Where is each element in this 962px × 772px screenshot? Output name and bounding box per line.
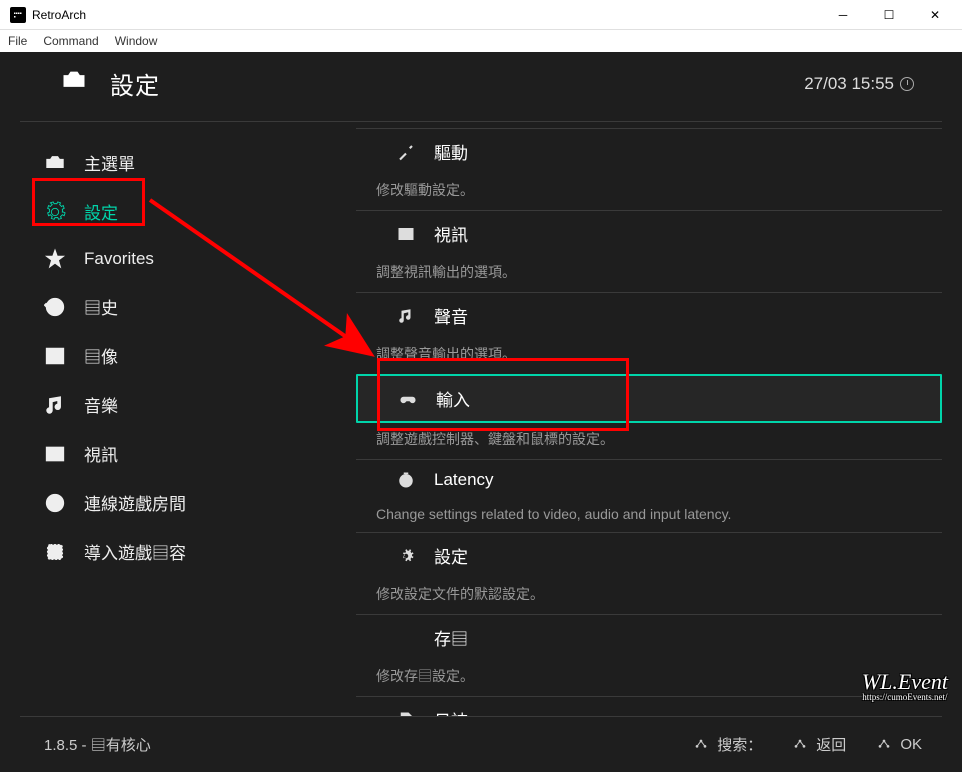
sidebar-item-favorites[interactable]: Favorites: [30, 236, 356, 282]
clock-icon: [900, 77, 914, 91]
sidebar-item-video[interactable]: 視訊: [30, 429, 356, 478]
sidebar-item-label: 連線遊戲房間: [84, 490, 186, 515]
sidebar-item-label: 設定: [84, 199, 118, 224]
settings-item-desc: 修改設定文件的默認設定。: [356, 578, 942, 614]
settings-item-drivers[interactable]: 驅動: [356, 128, 942, 174]
controller-icon: [398, 389, 418, 409]
video-icon: [44, 443, 66, 465]
page-title: 設定: [110, 66, 160, 101]
menubar: File Command Window: [0, 30, 962, 52]
app-icon: [10, 7, 26, 23]
settings-item-desc: 修改存▤設定。: [356, 660, 942, 696]
save-icon: [396, 628, 416, 648]
app-body: 設定 27/03 15:55 主選單 設定 Favorites ▤史: [0, 52, 962, 772]
sidebar-item-label: Favorites: [84, 249, 154, 269]
settings-item-label: 聲音: [434, 303, 468, 328]
footer-action-search[interactable]: 搜索：: [693, 734, 762, 755]
footer-action-back[interactable]: 返回: [792, 734, 846, 755]
footer-action-label: 搜索：: [717, 734, 762, 755]
menu-command[interactable]: Command: [43, 34, 98, 48]
app-header: 設定 27/03 15:55: [20, 52, 942, 122]
menu-window[interactable]: Window: [115, 34, 158, 48]
sidebar-item-label: ▤史: [84, 294, 118, 319]
star-icon: [44, 248, 66, 270]
dots-icon: [876, 737, 892, 753]
window-controls: ─ ☐ ✕: [820, 0, 958, 30]
sidebar-item-netplay[interactable]: 連線遊戲房間: [30, 478, 356, 527]
maximize-button[interactable]: ☐: [866, 0, 912, 30]
watermark-text: WL.Event: [862, 669, 948, 694]
import-icon: [44, 541, 66, 563]
sidebar: 主選單 設定 Favorites ▤史 ▤像 音樂: [0, 122, 356, 716]
settings-item-label: 輸入: [436, 386, 470, 411]
dots-icon: [693, 737, 709, 753]
footer-action-label: OK: [900, 736, 922, 753]
settings-item-label: 驅動: [434, 139, 468, 164]
history-icon: [44, 296, 66, 318]
footer-action-label: 返回: [816, 734, 846, 755]
video-icon: [396, 224, 416, 244]
dots-icon: [792, 737, 808, 753]
menu-file[interactable]: File: [8, 34, 27, 48]
footer: 1.8.5 - ▤有核心 搜索： 返回 OK: [20, 716, 942, 772]
sidebar-item-label: ▤像: [84, 343, 118, 368]
gear-icon: [396, 546, 416, 566]
settings-item-logging[interactable]: 日誌: [356, 696, 942, 716]
titlebar: RetroArch ─ ☐ ✕: [0, 0, 962, 30]
sidebar-item-label: 視訊: [84, 441, 118, 466]
settings-item-desc: 調整聲音輸出的選項。: [356, 338, 942, 374]
latency-icon: [396, 470, 416, 490]
version-info: 1.8.5 - ▤有核心: [20, 734, 151, 755]
settings-item-input[interactable]: 輸入: [356, 374, 942, 423]
sidebar-item-label: 導入遊戲▤容: [84, 539, 186, 564]
settings-item-latency[interactable]: Latency: [356, 459, 942, 500]
settings-item-desc: 調整遊戲控制器、鍵盤和鼠標的設定。: [356, 423, 942, 459]
minimize-button[interactable]: ─: [820, 0, 866, 30]
sidebar-item-label: 音樂: [84, 392, 118, 417]
sidebar-item-label: 主選單: [84, 150, 135, 175]
watermark: WL.Event https://cumoEvents.net/: [862, 671, 948, 702]
music-icon: [396, 306, 416, 326]
settings-item-label: 日誌: [434, 707, 468, 716]
music-icon: [44, 394, 66, 416]
settings-item-saving[interactable]: 存▤: [356, 614, 942, 660]
tools-icon: [396, 142, 416, 162]
datetime-text: 27/03 15:55: [804, 74, 894, 94]
settings-item-desc: Change settings related to video, audio …: [356, 500, 942, 532]
window-title: RetroArch: [32, 8, 86, 22]
sidebar-item-history[interactable]: ▤史: [30, 282, 356, 331]
settings-item-label: Latency: [434, 470, 494, 490]
settings-item-label: 存▤: [434, 625, 468, 650]
close-button[interactable]: ✕: [912, 0, 958, 30]
settings-item-audio[interactable]: 聲音: [356, 292, 942, 338]
datetime: 27/03 15:55: [804, 74, 914, 94]
sidebar-item-settings[interactable]: 設定: [30, 187, 356, 236]
settings-list: 驅動 修改驅動設定。 視訊 調整視訊輸出的選項。 聲音 調整聲音輸出的選項。 輸…: [356, 122, 962, 716]
footer-action-ok[interactable]: OK: [876, 736, 922, 753]
sidebar-item-main-menu[interactable]: 主選單: [30, 138, 356, 187]
watermark-url: https://cumoEvents.net/: [862, 693, 948, 702]
main-area: 主選單 設定 Favorites ▤史 ▤像 音樂: [0, 122, 962, 716]
netplay-icon: [44, 492, 66, 514]
gear-icon: [44, 201, 66, 223]
image-icon: [44, 345, 66, 367]
settings-item-video[interactable]: 視訊: [356, 210, 942, 256]
sidebar-item-import[interactable]: 導入遊戲▤容: [30, 527, 356, 576]
sidebar-item-images[interactable]: ▤像: [30, 331, 356, 380]
settings-item-desc: 修改驅動設定。: [356, 174, 942, 210]
retroarch-header-icon: [60, 67, 88, 100]
retroarch-icon: [44, 152, 66, 174]
settings-item-label: 設定: [434, 543, 468, 568]
settings-item-desc: 調整視訊輸出的選項。: [356, 256, 942, 292]
settings-item-label: 視訊: [434, 221, 468, 246]
settings-item-configuration[interactable]: 設定: [356, 532, 942, 578]
sidebar-item-music[interactable]: 音樂: [30, 380, 356, 429]
